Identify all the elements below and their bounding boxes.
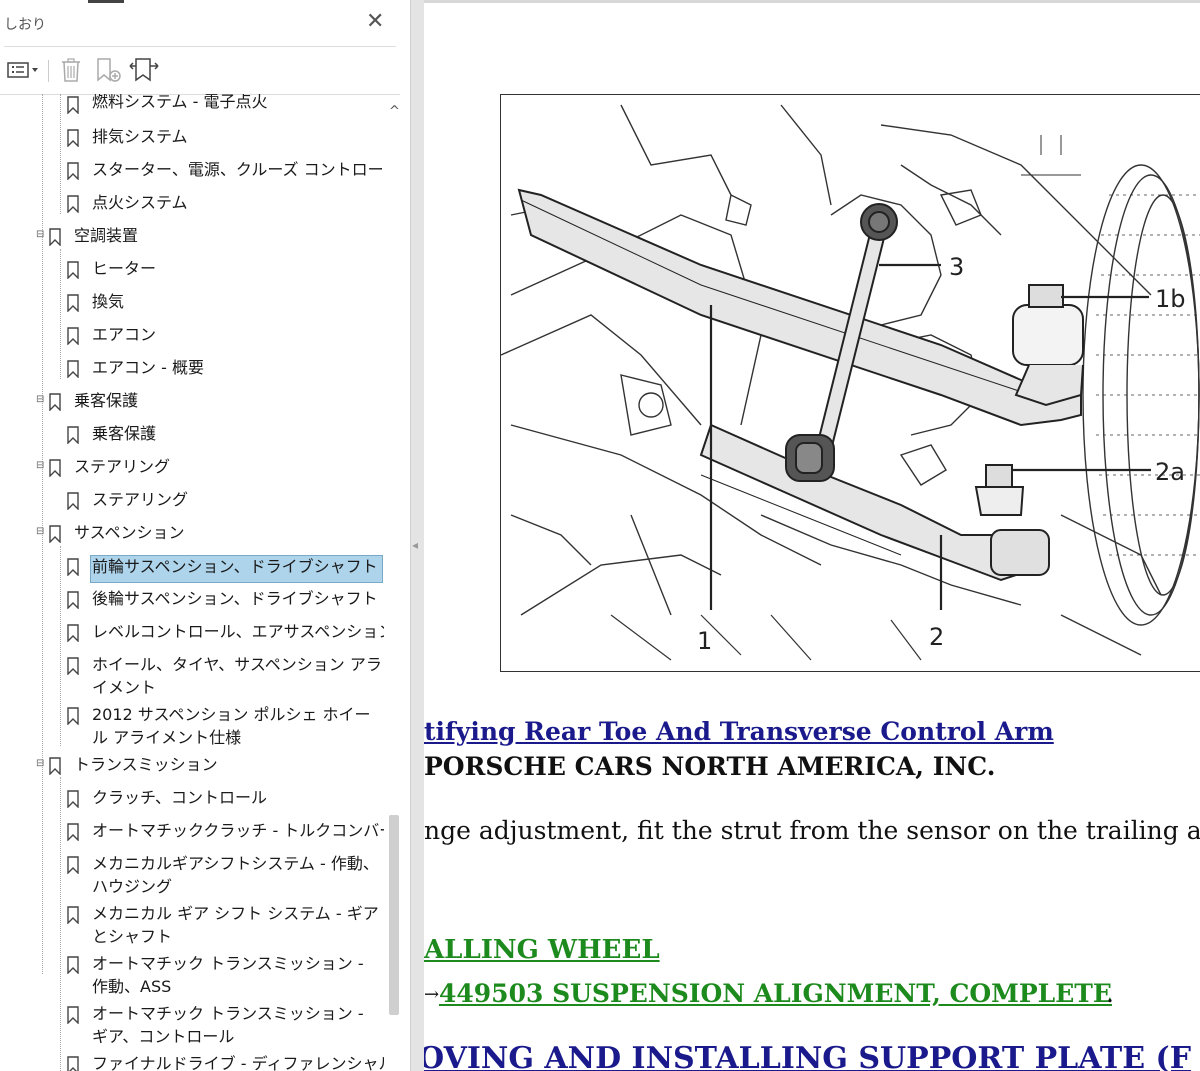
bookmarks-panel: しおり ✕ 燃料システム - 電子点火 排気システム スターター、電源、クルーズ… [0, 0, 411, 1071]
bookmark-label: オートマチッククラッチ - トルクコンバーター [92, 821, 384, 840]
tree-guide-line [60, 546, 61, 746]
bookmark-icon [67, 261, 79, 279]
heading-link[interactable]: tifying Rear Toe And Transverse Control … [424, 717, 1054, 746]
collapse-toggle[interactable]: ⊟ [36, 394, 46, 405]
company-name: PORSCHE CARS NORTH AMERICA, INC. [424, 752, 996, 781]
bookmark-label: 燃料システム - 電子点火 [92, 94, 268, 111]
active-tab-indicator [88, 0, 124, 3]
suspension-diagram [500, 104, 1200, 661]
bookmark-label: サスペンション [74, 523, 185, 542]
bookmark-icon [67, 129, 79, 147]
bookmark-icon [49, 525, 61, 543]
bookmark-label: 排気システム [92, 127, 188, 146]
figure-label-1: 1 [697, 627, 713, 655]
bookmark-label: 後輪サスペンション、ドライブシャフト [92, 589, 378, 608]
scrollbar-thumb[interactable] [389, 815, 399, 1015]
bookmark-icon [67, 823, 79, 841]
bookmark-label: クラッチ、コントロール [92, 788, 268, 807]
reference-link[interactable]: 449503 SUSPENSION ALIGNMENT, COMPLETE [439, 979, 1112, 1008]
bookmark-label: 前輪サスペンション、ドライブシャフト [92, 557, 378, 576]
bookmark-icon [67, 195, 79, 213]
bookmark-icon [67, 624, 79, 642]
bookmark-label: 2012 サスペンション ポルシェ ホイール アライメント仕様 [92, 705, 371, 747]
bookmark-label: エアコン [92, 325, 157, 344]
bookmark-icon [67, 162, 79, 180]
bookmark-icon [67, 707, 79, 725]
bookmark-label: メカニカル ギア シフト システム - ギアとシャフト [92, 904, 379, 946]
suspension-figure: 3 1b 2a 1 2 [500, 94, 1200, 672]
bookmark-label: 乗客保護 [74, 391, 139, 410]
figure-label-1b: 1b [1155, 285, 1186, 313]
bookmark-icon [49, 228, 61, 246]
bookmark-icon [67, 294, 79, 312]
bookmark-label: トランスミッション [74, 755, 218, 774]
options-list-icon[interactable] [6, 56, 40, 84]
collapse-toggle[interactable]: ⊟ [36, 758, 46, 769]
bookmark-icon [67, 657, 79, 675]
figure-label-2a: 2a [1155, 458, 1185, 486]
bookmark-icon [67, 492, 79, 510]
bookmark-label: ステアリング [74, 457, 171, 476]
bookmark-label: オートマチック トランスミッション - 作動、ASS [92, 954, 364, 996]
bookmarks-toolbar [0, 52, 400, 88]
body-text: nge adjustment, fit the strut from the s… [424, 816, 1200, 845]
panel-title: しおり [4, 17, 46, 33]
bookmark-icon [49, 459, 61, 477]
tree-guide-line [60, 94, 61, 214]
figure-label-3: 3 [949, 253, 965, 281]
bookmark-label: スターター、電源、クルーズ コントロール [92, 160, 384, 179]
bookmark-label: レベルコントロール、エアサスペンション [92, 622, 384, 641]
bookmark-icon [67, 96, 79, 114]
bookmark-icon [67, 360, 79, 378]
collapse-toggle[interactable]: ⊟ [36, 526, 46, 537]
trash-icon[interactable] [58, 56, 84, 84]
bookmark-label: 乗客保護 [92, 424, 157, 443]
divider [4, 46, 396, 47]
bottom-heading-link[interactable]: OVING AND INSTALLING SUPPORT PLATE (F [424, 1041, 1191, 1071]
bookmark-label: オートマチック トランスミッション - ギア、コントロール [92, 1004, 364, 1046]
bookmark-icon [67, 856, 79, 874]
bookmark-icon [67, 426, 79, 444]
bookmark-label: ファイナルドライブ - ディファレンシャル、ディ [92, 1054, 384, 1071]
figure-label-2: 2 [929, 623, 945, 651]
bookmark-label: 空調装置 [74, 226, 139, 245]
tree-guide-line [60, 777, 61, 1071]
close-panel-button[interactable]: ✕ [366, 11, 384, 33]
bookmark-label: エアコン - 概要 [92, 358, 204, 377]
tree-guide-line [60, 249, 61, 379]
bookmark-icon [67, 790, 79, 808]
bookmark-label: ヒーター [92, 259, 157, 278]
bookmark-label: ステアリング [92, 490, 189, 509]
bookmark-icon [67, 956, 79, 974]
reference-suffix: . [1106, 979, 1114, 1008]
bookmark-icon [67, 1006, 79, 1024]
arrow-icon: → [424, 984, 440, 1005]
bookmark-label: 換気 [92, 292, 125, 311]
collapse-toggle[interactable]: ⊟ [36, 229, 46, 240]
new-bookmark-icon[interactable] [94, 56, 122, 84]
collapse-arrow-icon[interactable]: ◂ [412, 538, 418, 552]
bookmark-icon [67, 906, 79, 924]
toolbar-divider [48, 60, 49, 82]
collapse-toggle[interactable]: ⊟ [36, 460, 46, 471]
bookmark-icon [67, 591, 79, 609]
bookmark-tree: 燃料システム - 電子点火 排気システム スターター、電源、クルーズ コントロー… [0, 94, 384, 1071]
document-view: 3 1b 2a 1 2 tifying Rear Toe And Transve… [424, 3, 1200, 1071]
bookmark-icon [67, 327, 79, 345]
section-link[interactable]: ALLING WHEEL [424, 935, 660, 965]
bookmark-icon [67, 1056, 79, 1071]
bookmark-icon [49, 757, 61, 775]
bookmark-label: メカニカルギアシフトシステム - 作動、ハウジング [92, 854, 379, 896]
bookmark-label: 点火システム [92, 193, 188, 212]
find-bookmark-icon[interactable] [128, 56, 160, 84]
scroll-up-icon[interactable]: ^ [389, 104, 400, 119]
bookmark-label: ホイール、タイヤ、サスペンション アライメント [92, 655, 382, 697]
bookmark-icon [49, 393, 61, 411]
bookmark-icon [67, 558, 79, 576]
